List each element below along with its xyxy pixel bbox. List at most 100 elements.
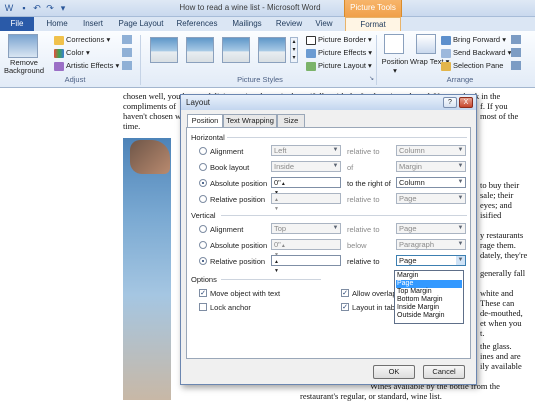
ribbon-tabs: File Home Insert Page Layout References … — [0, 17, 535, 31]
tab-file[interactable]: File — [0, 17, 34, 31]
h-relative-to-select[interactable]: Page ▼ — [396, 193, 466, 204]
remove-background-icon[interactable] — [8, 34, 38, 58]
corrections-button[interactable]: Corrections ▾ — [54, 35, 110, 45]
v-alignment-relative-select[interactable]: Page ▼ — [396, 223, 466, 234]
dropdown-option[interactable]: Top Margin — [396, 288, 462, 296]
dropdown-option[interactable]: Inside Margin — [396, 304, 462, 312]
styles-more-icon[interactable]: ▴ ▾ ▾ — [290, 37, 298, 63]
v-absolute-position-radio[interactable] — [199, 241, 207, 249]
body-text-fragment: These can — [480, 298, 515, 308]
dropdown-option[interactable]: Bottom Margin — [396, 296, 462, 304]
reset-picture-icon[interactable] — [122, 61, 132, 70]
qat-dropdown-icon[interactable]: ▾ — [57, 2, 69, 14]
h-relative-position-radio[interactable] — [199, 195, 207, 203]
bring-forward-button[interactable]: Bring Forward ▾ — [441, 35, 506, 45]
selection-pane-icon — [441, 61, 451, 71]
chevron-down-icon: ▼ — [457, 225, 464, 231]
selection-pane-button[interactable]: Selection Pane — [441, 61, 503, 71]
save-icon[interactable]: ▪ — [18, 2, 30, 14]
v-absolute-position-input[interactable]: 0"▲▼ — [271, 239, 341, 258]
divider — [376, 35, 377, 85]
h-alignment-radio[interactable] — [199, 147, 207, 155]
close-button[interactable]: X — [459, 97, 473, 108]
v-alignment-radio[interactable] — [199, 225, 207, 233]
dropdown-option-selected[interactable]: Page — [396, 280, 462, 288]
compress-pictures-icon[interactable] — [122, 35, 132, 44]
artistic-effects-button[interactable]: Artistic Effects ▾ — [54, 61, 119, 71]
tab-format[interactable]: Format — [345, 17, 401, 31]
h-alignment-select[interactable]: Left ▼ — [271, 145, 341, 156]
hand-pouring-image — [130, 140, 170, 174]
lock-anchor-checkbox[interactable] — [199, 303, 207, 311]
remove-background-button[interactable]: Remove Background — [2, 59, 46, 75]
picture-style-thumb[interactable] — [258, 37, 286, 63]
tab-insert[interactable]: Insert — [76, 17, 110, 31]
picture-style-thumb[interactable] — [186, 37, 214, 63]
tab-size[interactable]: Size — [277, 114, 305, 127]
v-relative-to-label: relative to — [347, 257, 380, 266]
h-absolute-position-input[interactable]: 0"▲▼ — [271, 177, 341, 196]
tab-view[interactable]: View — [310, 17, 338, 31]
picture-styles-group-label: Picture Styles — [237, 75, 283, 84]
picture-border-button[interactable]: Picture Border ▾ — [306, 35, 372, 45]
rotate-icon[interactable] — [511, 61, 521, 70]
send-backward-button[interactable]: Send Backward ▾ — [441, 48, 511, 58]
layout-in-table-checkbox[interactable]: ✓ — [341, 303, 349, 311]
spinner-icon[interactable]: ▲▼ — [274, 259, 279, 274]
dropdown-option[interactable]: Outside Margin — [396, 312, 462, 320]
h-absolute-position-radio[interactable] — [199, 179, 207, 187]
picture-effects-button[interactable]: Picture Effects ▾ — [306, 48, 372, 58]
tab-review[interactable]: Review — [272, 17, 306, 31]
tab-home[interactable]: Home — [42, 17, 72, 31]
ok-button[interactable]: OK — [373, 365, 415, 379]
wrap-text-icon[interactable] — [416, 34, 436, 54]
ribbon: Remove Background Corrections ▾ Color ▾ … — [0, 31, 535, 88]
tab-text-wrapping[interactable]: Text Wrapping — [223, 114, 277, 127]
h-absolute-right-of-select[interactable]: Column ▼ — [396, 177, 466, 188]
wrap-text-button[interactable]: Wrap Text ▾ — [410, 57, 449, 66]
align-icon[interactable] — [511, 35, 521, 44]
picture-style-thumb[interactable] — [150, 37, 178, 63]
v-alignment-select[interactable]: Top ▼ — [271, 223, 341, 234]
position-panel: Horizontal Alignment Left ▼ relative to C… — [186, 127, 471, 359]
cancel-button[interactable]: Cancel — [423, 365, 465, 379]
v-relative-to-select[interactable]: Page ▼ — [396, 255, 466, 266]
undo-icon[interactable]: ↶ — [31, 2, 43, 14]
h-book-layout-of-select[interactable]: Margin ▼ — [396, 161, 466, 172]
wine-glass-picture[interactable] — [123, 138, 171, 400]
group-icon[interactable] — [511, 48, 521, 57]
dialog-launcher-icon[interactable]: ↘ — [369, 75, 374, 82]
tab-mailings[interactable]: Mailings — [226, 17, 268, 31]
tab-references[interactable]: References — [172, 17, 222, 31]
h-book-layout-select[interactable]: Inside ▼ — [271, 161, 341, 172]
body-text-fragment: the glass. — [480, 341, 512, 351]
h-alignment-relative-select[interactable]: Column ▼ — [396, 145, 466, 156]
tab-page-layout[interactable]: Page Layout — [114, 17, 168, 31]
allow-overlap-label: Allow overlap — [352, 289, 397, 298]
v-absolute-below-select[interactable]: Paragraph ▼ — [396, 239, 466, 250]
position-button[interactable]: Position ▾ — [380, 57, 410, 75]
body-text-fragment: f. If you — [480, 101, 508, 111]
change-picture-icon[interactable] — [122, 48, 132, 57]
allow-overlap-checkbox[interactable]: ✓ — [341, 289, 349, 297]
chevron-down-icon: ▼ — [332, 225, 339, 231]
chevron-down-icon: ▼ — [457, 163, 464, 169]
h-book-layout-radio[interactable] — [199, 163, 207, 171]
picture-style-thumb[interactable] — [222, 37, 250, 63]
tab-position[interactable]: Position — [187, 114, 223, 128]
dropdown-option[interactable]: Margin — [396, 272, 462, 280]
picture-layout-button[interactable]: Picture Layout ▾ — [306, 61, 372, 71]
v-relative-position-radio[interactable] — [199, 257, 207, 265]
dialog-title-bar[interactable] — [181, 95, 476, 110]
spinner-icon[interactable]: ▲▼ — [274, 197, 279, 212]
h-relative-position-input[interactable]: ▲ ▼ — [271, 193, 341, 212]
lock-anchor-label: Lock anchor — [210, 303, 251, 312]
color-button[interactable]: Color ▾ — [54, 48, 90, 58]
move-object-checkbox[interactable]: ✓ — [199, 289, 207, 297]
artistic-effects-icon — [54, 61, 64, 71]
help-button[interactable]: ? — [443, 97, 457, 108]
redo-icon[interactable]: ↷ — [44, 2, 56, 14]
v-relative-position-input[interactable]: ▲ ▼ — [271, 255, 341, 274]
position-icon[interactable] — [384, 34, 404, 54]
body-text-fragment: et when you — [480, 318, 522, 328]
